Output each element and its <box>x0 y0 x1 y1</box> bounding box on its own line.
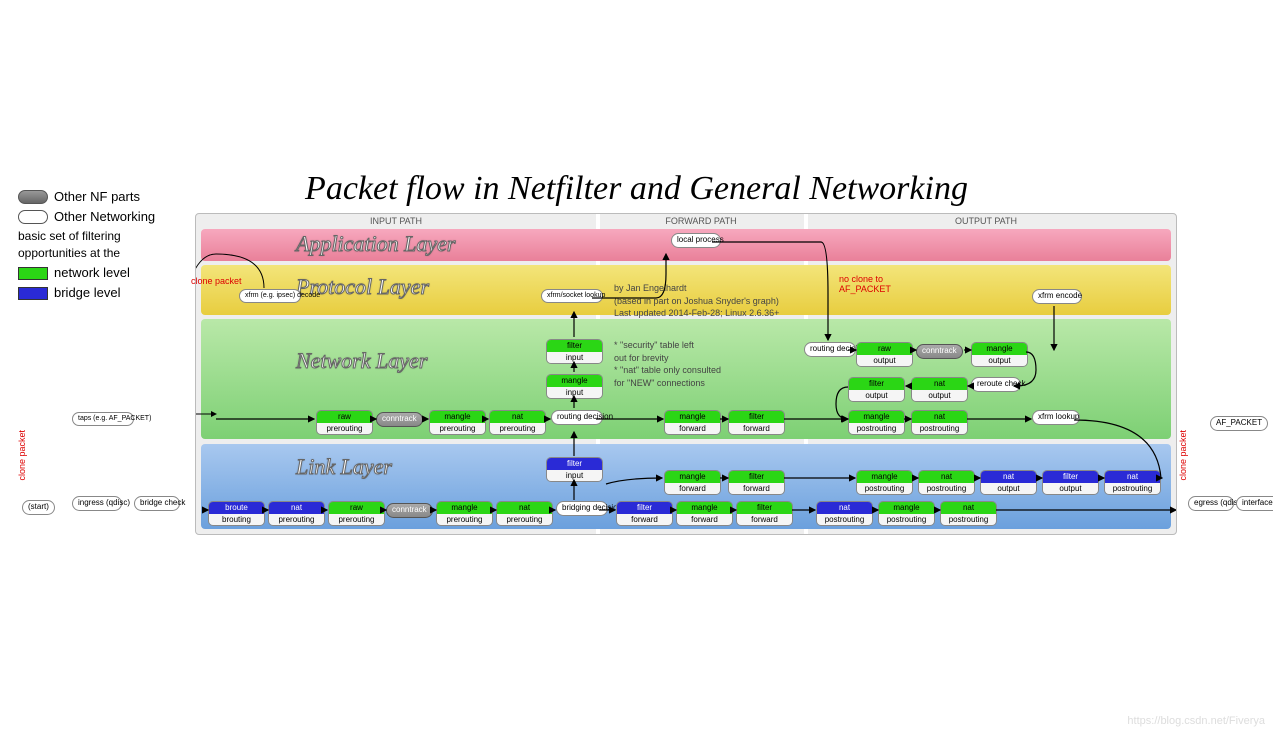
node-interface-output: interface output <box>1236 496 1273 511</box>
box-mangle-prerouting: mangleprerouting <box>429 410 486 435</box>
node-xfrm-lookup: xfrm lookup <box>1032 410 1080 425</box>
box-filter-forward-br: filterforward <box>616 501 673 526</box>
box-mangle-postrouting: manglepostrouting <box>848 410 905 435</box>
swatch-blue-icon <box>18 287 48 300</box>
credit-line: Last updated 2014-Feb-28; Linux 2.6.36+ <box>614 307 779 320</box>
box-mangle-forward: mangleforward <box>664 410 721 435</box>
box-filter-forward: filterforward <box>728 410 785 435</box>
box-mangle-forward-link: mangleforward <box>676 501 733 526</box>
pill-light-icon <box>18 210 48 224</box>
node-af-packet: AF_PACKET <box>1210 416 1268 431</box>
box-nat-postrouting-link: natpostrouting <box>918 470 975 495</box>
box-mangle-forward-link: mangleforward <box>664 470 721 495</box>
watermark: https://blog.csdn.net/Fiverya <box>1127 715 1265 727</box>
notes-block: * "security" table left out for brevity … <box>614 339 721 389</box>
header-forward: FORWARD PATH <box>601 216 801 228</box>
node-xfrm-socket-lookup: xfrm/socket lookup <box>541 289 603 303</box>
pill-dark-icon <box>18 190 48 204</box>
layer-title: Link Layer <box>296 454 392 480</box>
node-xfrm-decode: xfrm (e.g. ipsec) decode <box>239 289 301 303</box>
credit-block: by Jan Engelhardt (based in part on Josh… <box>614 282 779 320</box>
box-mangle-postrouting-link: manglepostrouting <box>878 501 935 526</box>
header-output: OUTPUT PATH <box>806 216 1166 228</box>
node-conntrack-out: conntrack <box>916 344 963 359</box>
box-nat-output-link: natoutput <box>980 470 1037 495</box>
node-egress: egress (qdisc) <box>1188 496 1234 511</box>
node-reroute-check: reroute check <box>971 377 1021 392</box>
box-filter-forward-link: filterforward <box>728 470 785 495</box>
box-nat-prerouting-link: natprerouting <box>268 501 325 526</box>
node-conntrack: conntrack <box>376 412 423 427</box>
box-raw-output: rawoutput <box>856 342 913 367</box>
node-conntrack-link: conntrack <box>386 503 433 518</box>
box-nat-prerouting-link: natprerouting <box>496 501 553 526</box>
swatch-green-icon <box>18 267 48 280</box>
box-nat-postrouting-br: natpostrouting <box>1104 470 1161 495</box>
diagram-title: Packet flow in Netfilter and General Net… <box>0 170 1273 208</box>
legend-label: network level <box>54 264 130 282</box>
diagram-container: INPUT PATH FORWARD PATH OUTPUT PATH Appl… <box>195 213 1177 535</box>
label-no-clone: no clone to AF_PACKET <box>839 274 895 294</box>
node-routing-decision: routing decision <box>551 410 603 425</box>
box-mangle-input: mangleinput <box>546 374 603 399</box>
box-nat-output: natoutput <box>911 377 968 402</box>
box-mangle-postrouting-link: manglepostrouting <box>856 470 913 495</box>
node-bridging-decision: bridging decision <box>556 501 608 516</box>
credit-line: by Jan Engelhardt <box>614 282 779 295</box>
node-ingress: ingress (qdisc) <box>72 496 122 511</box>
box-broute: broutebrouting <box>208 501 265 526</box>
header-input: INPUT PATH <box>196 216 596 228</box>
node-xfrm-encode: xfrm encode <box>1032 289 1082 304</box>
label-clone-packet: clone packet <box>191 276 242 286</box>
node-taps: taps (e.g. AF_PACKET) <box>72 412 134 426</box>
box-filter-input-link: filterinput <box>546 457 603 482</box>
legend-text: basic set of filtering opportunities at … <box>18 228 178 262</box>
node-bridge-check: bridge check <box>134 496 180 511</box>
layer-title: Network Layer <box>296 348 427 374</box>
box-mangle-output: mangleoutput <box>971 342 1028 367</box>
credit-line: (based in part on Joshua Snyder's graph) <box>614 295 779 308</box>
note-line: * "nat" table only consulted <box>614 364 721 377</box>
note-line: * "security" table left <box>614 339 721 352</box>
label-clone-packet: clone packet <box>1178 430 1188 481</box>
legend-label: Other NF parts <box>54 188 140 206</box>
box-raw-prerouting: rawprerouting <box>316 410 373 435</box>
layer-title: Application Layer <box>296 231 455 257</box>
note-line: for "NEW" connections <box>614 377 721 390</box>
box-nat-postrouting-link: natpostrouting <box>940 501 997 526</box>
node-start: (start) <box>22 500 55 515</box>
label-clone-packet: clone packet <box>17 430 27 481</box>
box-filter-output: filteroutput <box>848 377 905 402</box>
node-local-process: local process <box>671 233 721 248</box>
box-filter-forward-link: filterforward <box>736 501 793 526</box>
note-line: out for brevity <box>614 352 721 365</box>
box-mangle-prerouting-link: mangleprerouting <box>436 501 493 526</box>
node-routing-decision-out: routing decision <box>804 342 856 357</box>
box-nat-postrouting: natpostrouting <box>911 410 968 435</box>
legend: Other NF parts Other Networking basic se… <box>18 186 178 304</box>
box-filter-output-link: filteroutput <box>1042 470 1099 495</box>
legend-label: Other Networking <box>54 208 155 226</box>
box-raw-prerouting-link: rawprerouting <box>328 501 385 526</box>
box-nat-postrouting-br: natpostrouting <box>816 501 873 526</box>
box-filter-input: filterinput <box>546 339 603 364</box>
legend-label: bridge level <box>54 284 121 302</box>
box-nat-prerouting: natprerouting <box>489 410 546 435</box>
